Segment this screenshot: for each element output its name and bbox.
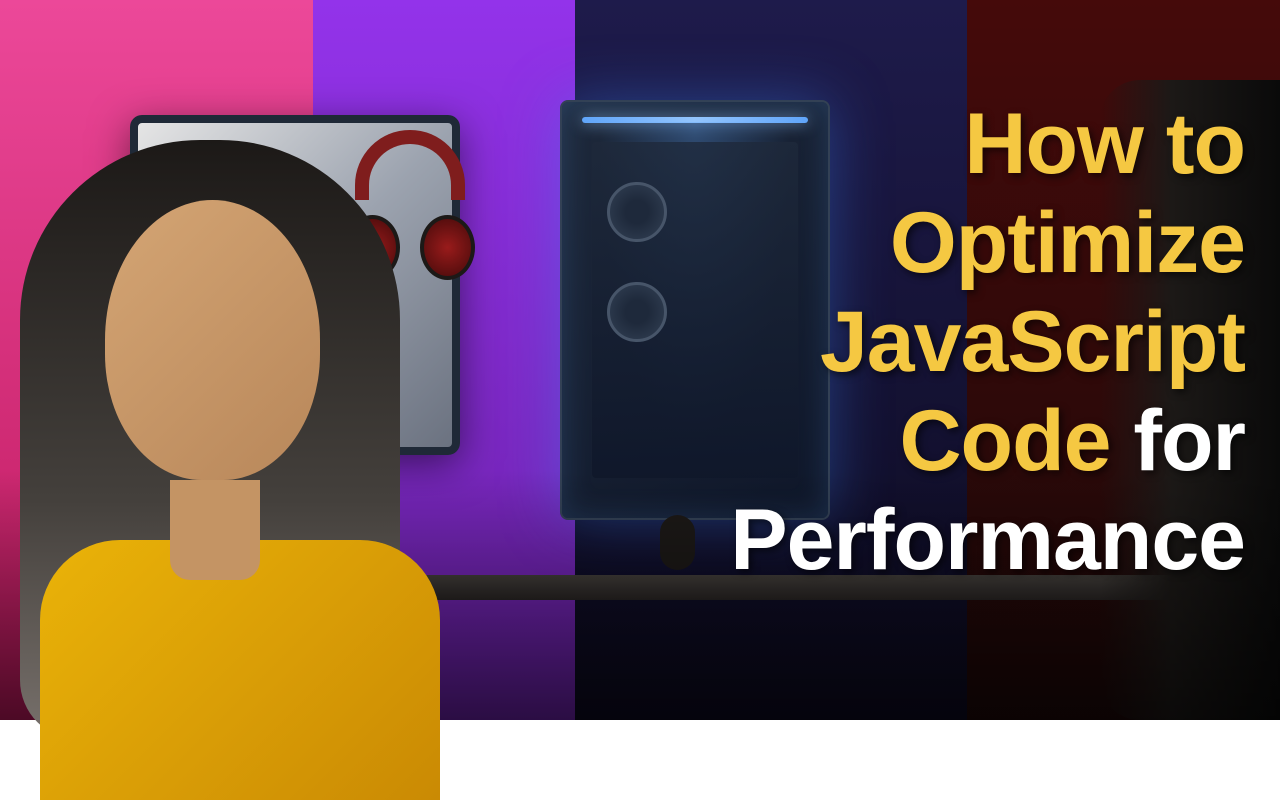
presenter-neck	[170, 480, 260, 580]
thumbnail-title: How to Optimize JavaScript Code for Perf…	[605, 95, 1245, 589]
presenter-figure	[0, 80, 500, 800]
title-word-code: Code	[899, 393, 1110, 489]
title-line-5: Performance	[605, 491, 1245, 590]
presenter-face	[105, 200, 320, 480]
title-line-4: Code for	[605, 392, 1245, 491]
title-line-2: Optimize	[605, 194, 1245, 293]
title-line-1: How to	[605, 95, 1245, 194]
video-thumbnail: How to Optimize JavaScript Code for Perf…	[0, 0, 1280, 720]
title-line-3: JavaScript	[605, 293, 1245, 392]
title-word-for: for	[1133, 393, 1245, 489]
